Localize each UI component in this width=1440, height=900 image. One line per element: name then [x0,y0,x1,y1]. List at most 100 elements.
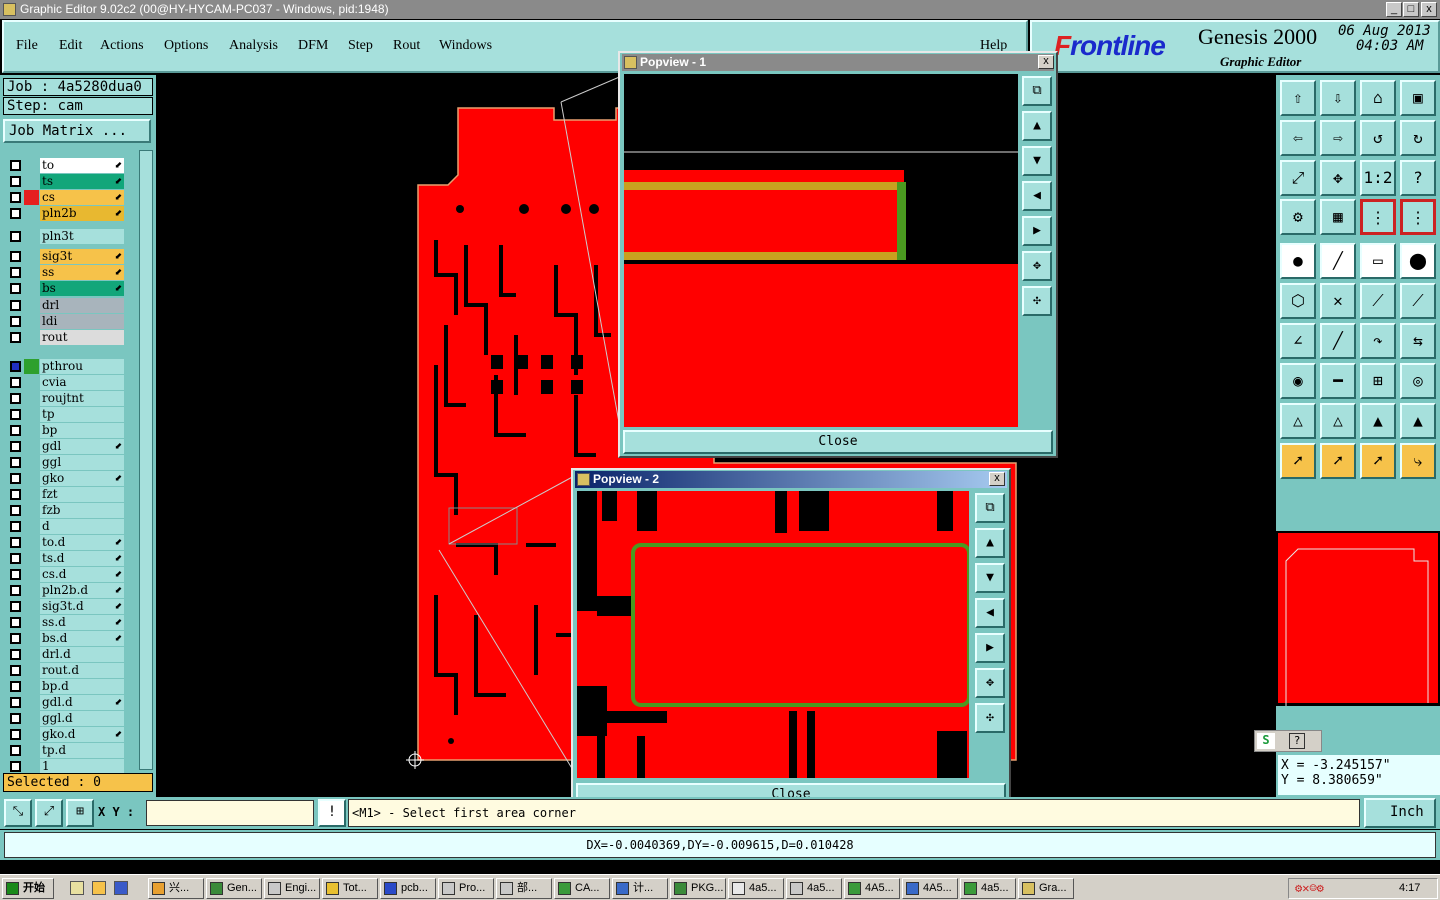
layer-row[interactable]: pln3t [6,229,124,244]
layer-row[interactable]: pln2b ⬋ [6,206,124,221]
quicklaunch-icon[interactable] [92,881,106,895]
taskbar-item[interactable]: pcb... [380,878,436,899]
grid-icon[interactable]: ⊞ [66,799,94,827]
layer-checkbox[interactable] [10,377,21,388]
layer-name[interactable]: ts.d ⬋ [40,551,124,566]
layer-checkbox[interactable] [10,473,21,484]
redo-icon[interactable]: ↻ [1400,120,1436,156]
layer-name[interactable]: ss ⬋ [40,265,124,280]
menu-edit[interactable]: Edit [59,38,82,54]
dot-icon[interactable]: ⬤ [1400,243,1436,279]
popview-2-zoom-icon[interactable]: ⧉ [975,493,1005,523]
layer-checkbox[interactable] [10,745,21,756]
shapes-icon[interactable]: ◎ [1400,363,1436,399]
popview-1-zoom-in-icon[interactable]: ✥ [1022,251,1052,281]
layer-row[interactable]: ts.d ⬋ [6,551,124,566]
layer-checkbox[interactable] [10,283,21,294]
popview-1-pan-down-icon[interactable]: ▼ [1022,146,1052,176]
layer-row[interactable]: to.d ⬋ [6,535,124,550]
taskbar-item[interactable]: PKG... [670,878,726,899]
hbox-icon[interactable]: ⊞ [1360,363,1396,399]
layer-row[interactable]: bp.d [6,679,124,694]
layer-row[interactable]: drl [6,298,124,313]
layer-name[interactable]: tp [40,407,124,422]
layer-name[interactable]: to ⬋ [40,158,124,173]
layer-row[interactable]: d [6,519,124,534]
layer-checkbox[interactable] [10,729,21,740]
layer-checkbox[interactable] [10,425,21,436]
menu-actions[interactable]: Actions [100,38,144,54]
layer-name[interactable]: sig3t.d ⬋ [40,599,124,614]
taskbar-item[interactable]: Gra... [1018,878,1074,899]
layer-row[interactable]: tp.d [6,743,124,758]
triangle4-icon[interactable]: ▲ [1400,403,1436,439]
layer-row[interactable]: 1 [6,759,124,774]
triangle3-icon[interactable]: ▲ [1360,403,1396,439]
layer-name[interactable]: pthrou [40,359,124,374]
layer-checkbox[interactable] [10,251,21,262]
help-icon[interactable]: ? [1289,733,1305,749]
layer-name[interactable]: gdl ⬋ [40,439,124,454]
layer-checkbox[interactable] [10,361,21,372]
fit-icon[interactable]: ⤢ [1280,160,1316,196]
cross-icon[interactable]: ✕ [1320,283,1356,319]
query-icon[interactable]: ? [1400,160,1436,196]
layer-name[interactable]: fzt [40,487,124,502]
connect-icon[interactable]: ⟋ [1360,283,1396,319]
taskbar-item[interactable]: 4a5... [960,878,1016,899]
popview-1-pan-up-icon[interactable]: ▲ [1022,111,1052,141]
route-icon[interactable]: ⤷ [1400,443,1436,479]
layer-row[interactable]: cs ⬋ [6,190,124,205]
layer-checkbox[interactable] [10,585,21,596]
home-down-icon[interactable]: ⇩ [1320,80,1356,116]
popview-2-pan-right-icon[interactable]: ▶ [975,633,1005,663]
menu-file[interactable]: File [16,38,38,54]
layer-name[interactable]: pln3t [40,229,124,244]
layer-checkbox[interactable] [10,160,21,171]
layer-props2-icon[interactable]: ⋮ [1400,199,1436,235]
menu-dfm[interactable]: DFM [298,38,328,54]
pan-right-icon[interactable]: ⇨ [1320,120,1356,156]
menu-rout[interactable]: Rout [393,38,420,54]
layer-row[interactable]: fzt [6,487,124,502]
layer-name[interactable]: bs.d ⬋ [40,631,124,646]
layer-props-icon[interactable]: ⋮ [1360,199,1396,235]
layer-row[interactable]: roujtnt [6,391,124,406]
layer-row[interactable]: bp [6,423,124,438]
node-icon[interactable]: ◉ [1280,363,1316,399]
layer-checkbox[interactable] [10,537,21,548]
layer-checkbox[interactable] [10,231,21,242]
taskbar-item[interactable]: 兴... [148,878,204,899]
popview-1-canvas[interactable] [624,74,1018,427]
popview-1-zoom-icon[interactable]: ⧉ [1022,76,1052,106]
layer-name[interactable]: rout.d [40,663,124,678]
net-icon[interactable]: ⬡ [1280,283,1316,319]
layer-name[interactable]: ldi [40,314,124,329]
layer-row[interactable]: drl.d [6,647,124,662]
undo-icon[interactable]: ↺ [1360,120,1396,156]
popview-1-pan-left-icon[interactable]: ◀ [1022,181,1052,211]
popview-1-close-icon[interactable]: x [1038,55,1054,69]
job-matrix-button[interactable]: Job Matrix ... [3,119,151,143]
layer-row[interactable]: sig3t.d ⬋ [6,599,124,614]
layer-checkbox[interactable] [10,505,21,516]
popview-2-close-icon[interactable]: x [989,472,1005,486]
layer-name[interactable]: fzb [40,503,124,518]
layer-checkbox[interactable] [10,332,21,343]
taskbar-item[interactable]: 部... [496,878,552,899]
center-icon[interactable]: ✥ [1320,160,1356,196]
layer-name[interactable]: drl [40,298,124,313]
taskbar-item[interactable]: Tot... [322,878,378,899]
popview-2-pan-left-icon[interactable]: ◀ [975,598,1005,628]
layer-name[interactable]: bp.d [40,679,124,694]
layer-row[interactable]: pthrou [6,359,124,374]
popview-2-pan-up-icon[interactable]: ▲ [975,528,1005,558]
layer-checkbox[interactable] [10,393,21,404]
taskbar-item[interactable]: 4a5... [786,878,842,899]
layer-name[interactable]: roujtnt [40,391,124,406]
layer-name[interactable]: cs ⬋ [40,190,124,205]
layer-row[interactable]: to ⬋ [6,158,124,173]
popview-2-zoom-in-icon[interactable]: ✥ [975,668,1005,698]
layer-name[interactable]: 1 [40,759,124,774]
diag-icon[interactable]: ╱ [1320,323,1356,359]
